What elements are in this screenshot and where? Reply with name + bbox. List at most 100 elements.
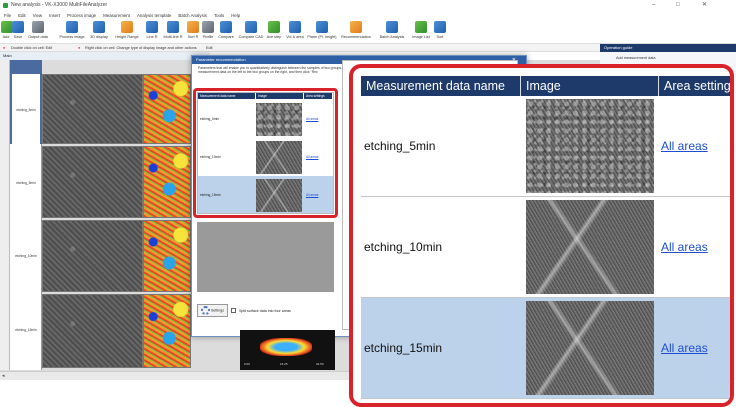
surf-r-button[interactable]: Surf R [186,21,200,43]
thumbnail [256,179,302,212]
compare-cad-button[interactable]: Compare CAD [238,21,264,43]
ave-step-icon [268,21,280,33]
close-button[interactable]: ✕ [702,0,707,11]
menu-file[interactable]: File [4,11,11,20]
line-r-button[interactable]: Line R [145,21,159,43]
multi-line-icon [167,21,179,33]
col-image: Image [521,76,659,96]
area-settings-link[interactable]: All areas [302,117,318,121]
ribbon-toolbar: Add Save Output data Process image 3D di… [0,20,736,44]
image-cell[interactable] [42,294,143,368]
horizontal-scrollbar[interactable]: ◂ [0,371,352,380]
selected-column-header[interactable] [10,60,42,72]
table-row[interactable]: etching_10min All areas [361,197,730,298]
image-cell[interactable] [42,146,143,218]
main-tab[interactable]: Main [0,52,210,60]
row-name[interactable]: etching_5min [10,181,42,185]
info-icon: ● [78,46,81,50]
table-row[interactable]: etching_5min All areas [198,100,333,137]
sort-button[interactable]: Sort [434,21,446,43]
area-settings-link[interactable]: All areas [302,193,318,197]
menu-batch-analysis[interactable]: Batch Analysis [178,11,207,20]
edit-button[interactable]: Edit [206,44,213,52]
recommendation-button[interactable]: Recommendation [340,21,372,43]
table-row-selected[interactable]: etching_15min All areas [198,176,333,213]
info-icon: ● [3,46,6,50]
row-name[interactable]: etching_15min [10,328,42,332]
height-map-cell[interactable] [143,294,191,368]
preview-area [197,222,334,292]
table-header: Measurement data name Image Area setting… [198,93,333,99]
hint-right-click: Right click on cell: Change type of disp… [85,46,197,50]
area-settings-link[interactable]: All areas [302,155,318,159]
operation-guide-title: Operation guide [600,44,736,52]
height-map-cell[interactable] [143,74,191,144]
table-row[interactable]: etching_10min All areas [198,138,333,175]
hint-double-click: Double click on cell: Edit [11,46,53,50]
plane-button[interactable]: Plane (Pl. height) [307,21,337,43]
col-image: Image [256,93,304,99]
profile-icon [202,21,214,33]
height-map-cell[interactable] [143,146,191,218]
height-map-cell[interactable] [143,220,191,292]
selection-line [10,72,42,74]
split-checkbox-label: Split surface data into four areas [239,308,291,313]
split-checkbox[interactable] [231,308,236,313]
image-cell[interactable] [42,74,143,144]
image-list-button[interactable]: Image List [410,21,432,43]
profile-button[interactable]: Profile [201,21,215,43]
vol-area-button[interactable]: Vol & area [284,21,306,43]
image-cell[interactable] [42,220,143,292]
row-name[interactable]: etching_5min [10,108,42,112]
batch-icon [386,21,398,33]
menu-measurement[interactable]: Measurement [103,11,130,20]
app-icon [3,3,8,8]
menu-edit[interactable]: Edit [18,11,26,20]
menu-view[interactable]: View [33,11,42,20]
menu-help[interactable]: Help [231,11,240,20]
sort-icon [434,21,446,33]
ave-step-button[interactable]: Ave step [266,21,282,43]
col-name: Measurement data name [198,93,256,99]
row-name: etching_15min [364,341,443,355]
settings-button[interactable]: Settings [197,304,228,317]
thumbnail [526,301,654,395]
process-image-button[interactable]: Process image [59,21,85,43]
height-map-preview: 0.00 16.25 32.50 [240,330,335,370]
recommendation-icon [350,21,362,33]
compare-cad-icon [245,21,257,33]
thumbnail [256,103,302,136]
table-row-selected[interactable]: etching_15min All areas [361,298,730,399]
area-settings-link[interactable]: All areas [659,139,708,153]
height-range-icon [121,21,133,33]
process-image-icon [66,21,78,33]
save-button[interactable]: Save [12,21,24,43]
batch-analysis-button[interactable]: Batch Analysis [378,21,406,43]
menu-tools[interactable]: Tools [214,11,224,20]
maximize-button[interactable]: □ [676,0,680,11]
3d-display-icon [93,21,105,33]
guide-add-measurement[interactable]: Add measurement data [616,56,655,60]
plane-icon [316,21,328,33]
table-row[interactable]: etching_5min All areas [361,96,730,197]
selection-line [10,74,12,144]
multi-line-r-button[interactable]: Multi-line R [162,21,184,43]
height-map-blob [260,338,312,356]
row-name: etching_10min [364,240,443,254]
height-range-button[interactable]: Height Range [113,21,141,43]
output-data-button[interactable]: Output data [27,21,49,43]
axis-tick: 0.00 [244,362,250,366]
menu-analysis-template[interactable]: Analysis template [137,11,171,20]
3d-display-button[interactable]: 3D display [88,21,110,43]
area-settings-link[interactable]: All areas [659,240,708,254]
menu-process-image[interactable]: Process image [67,11,96,20]
vol-area-icon [289,21,301,33]
row-name[interactable]: etching_10min [10,254,42,258]
name-column: etching_5min etching_5min etching_10min … [10,60,42,370]
add-button[interactable]: Add [1,21,13,43]
compare-button[interactable]: Compare [217,21,235,43]
menu-insert[interactable]: Insert [49,11,60,20]
minimize-button[interactable]: – [652,0,655,11]
area-settings-link[interactable]: All areas [659,341,708,355]
row-name: etching_10min [200,154,221,159]
